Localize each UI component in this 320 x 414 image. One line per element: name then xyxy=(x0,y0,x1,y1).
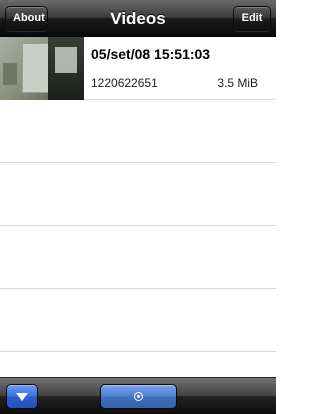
video-date: 05/set/08 15:51:03 xyxy=(91,46,211,62)
empty-list-row xyxy=(0,163,276,226)
empty-list-row xyxy=(0,226,276,289)
navigation-bar: About Videos Edit xyxy=(0,0,276,37)
empty-list-row xyxy=(0,289,276,352)
record-button[interactable] xyxy=(100,384,177,409)
video-thumbnail xyxy=(0,37,84,100)
video-size: 3.5 MiB xyxy=(217,76,258,90)
video-list: 05/set/08 15:51:03 1220622651 3.5 MiB xyxy=(0,37,276,377)
empty-list-row xyxy=(0,100,276,163)
videos-screen: About Videos Edit 05/set/08 15:51:03 122… xyxy=(0,0,276,414)
down-button[interactable] xyxy=(6,384,38,409)
down-arrow-icon xyxy=(16,393,28,401)
video-list-item[interactable]: 05/set/08 15:51:03 1220622651 3.5 MiB xyxy=(0,37,276,100)
edit-button[interactable]: Edit xyxy=(233,6,271,31)
about-button[interactable]: About xyxy=(5,6,48,31)
page-title: Videos xyxy=(110,9,166,28)
bottom-toolbar xyxy=(0,377,276,414)
video-id: 1220622651 xyxy=(91,76,158,90)
